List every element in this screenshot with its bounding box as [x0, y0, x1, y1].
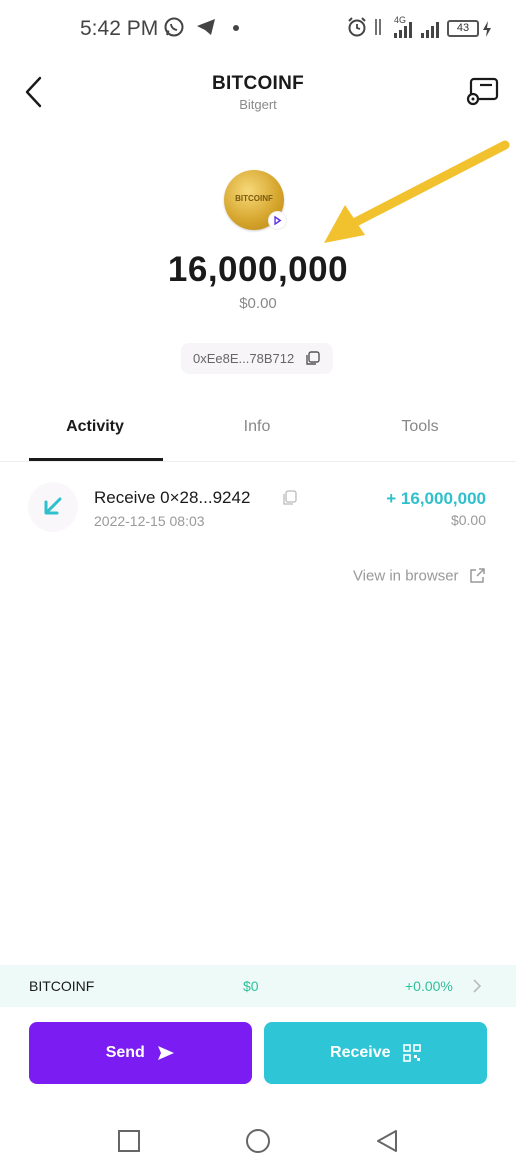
receive-button[interactable]: Receive — [264, 1022, 487, 1084]
price-bar-change: +0.00% — [405, 978, 453, 994]
tx-amount: + 16,000,000 — [386, 489, 486, 508]
system-nav-bar — [0, 1110, 516, 1170]
contract-address-pill[interactable]: 0xEe8E...78B712 — [181, 343, 333, 374]
view-in-browser-link[interactable]: View in browser — [353, 567, 486, 589]
page-title: BITCOINF — [211, 73, 305, 94]
chevron-right-icon — [473, 979, 482, 993]
tab-bar: Activity Info Tools — [0, 402, 516, 462]
recents-button[interactable] — [116, 1128, 142, 1154]
send-button[interactable]: Send — [29, 1022, 252, 1084]
tx-icon-container — [28, 482, 78, 532]
copy-icon[interactable] — [305, 351, 320, 366]
dot-icon — [233, 25, 239, 31]
token-balance: 16,000,000 — [167, 250, 349, 289]
tab-tools[interactable]: Tools — [355, 418, 485, 436]
tab-info[interactable]: Info — [192, 418, 322, 436]
bitgert-chain-icon — [268, 211, 287, 230]
telegram-icon — [197, 19, 215, 35]
back-nav-button[interactable] — [374, 1128, 400, 1154]
alarm-icon — [348, 17, 366, 37]
token-logo-text: BITCOINF — [235, 194, 273, 203]
home-button[interactable] — [245, 1128, 271, 1154]
price-bar-token: BITCOINF — [29, 978, 95, 994]
copy-icon[interactable] — [282, 490, 298, 506]
send-button-label: Send — [105, 1044, 145, 1061]
battery-icon: 43 — [447, 20, 479, 37]
price-bar-price: $0 — [243, 978, 259, 994]
battery-level: 43 — [456, 22, 470, 34]
tab-activity[interactable]: Activity — [30, 418, 160, 436]
qr-code-icon — [403, 1043, 421, 1062]
transaction-row[interactable]: Receive 0×28...9242 2022-12-15 08:03 + 1… — [0, 472, 516, 542]
header: BITCOINF Bitgert — [0, 60, 516, 130]
tx-date: 2022-12-15 08:03 — [94, 513, 205, 529]
receive-arrow-icon — [44, 497, 62, 515]
status-bar: 5:42 PM 4G 43 — [0, 0, 516, 60]
signal-icon — [394, 22, 412, 38]
receive-button-label: Receive — [330, 1044, 391, 1061]
signal-icon-2 — [421, 22, 439, 38]
send-icon — [158, 1045, 175, 1060]
status-time: 5:42 PM — [80, 17, 159, 40]
charging-icon — [483, 21, 491, 37]
external-link-icon — [470, 568, 485, 584]
token-settings-button[interactable] — [462, 74, 502, 110]
annotation-arrow-icon — [324, 140, 510, 243]
view-in-browser-label: View in browser — [352, 567, 459, 585]
data-arrows-icon — [375, 19, 381, 35]
whatsapp-icon — [164, 17, 184, 37]
tx-title: Receive 0×28...9242 — [94, 488, 251, 507]
tab-indicator — [29, 458, 163, 461]
page-subtitle: Bitgert — [239, 97, 277, 112]
price-bar[interactable]: BITCOINF $0 +0.00% — [0, 965, 516, 1007]
tx-fiat: $0.00 — [450, 512, 486, 528]
contract-address: 0xEe8E...78B712 — [193, 351, 295, 366]
token-fiat-value: $0.00 — [239, 295, 277, 312]
